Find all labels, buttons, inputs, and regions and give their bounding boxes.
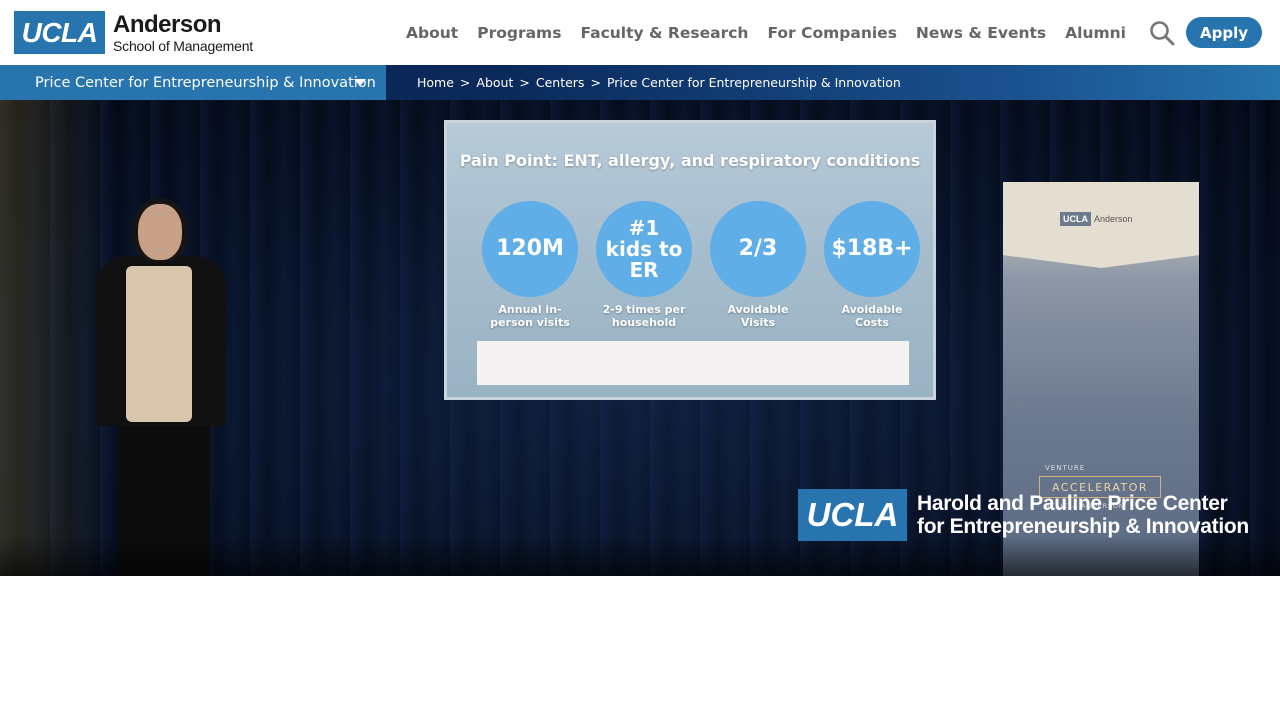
nav-programs[interactable]: Programs bbox=[477, 24, 561, 42]
logo-subtitle: School of Management bbox=[113, 37, 253, 54]
audience-silhouettes bbox=[0, 536, 1280, 576]
nav-about[interactable]: About bbox=[406, 24, 458, 42]
banner-logo-mark: UCLA bbox=[1060, 212, 1091, 226]
center-dropdown[interactable]: Price Center for Entrepreneurship & Inno… bbox=[0, 65, 386, 100]
search-button[interactable] bbox=[1148, 19, 1176, 47]
nav-faculty-research[interactable]: Faculty & Research bbox=[580, 24, 748, 42]
center-dropdown-label: Price Center for Entrepreneurship & Inno… bbox=[35, 74, 376, 91]
price-center-line1: Harold and Pauline Price Center bbox=[917, 491, 1228, 515]
stat-label: Avoidable Visits bbox=[727, 303, 789, 330]
ucla-logo-mark: UCLA bbox=[14, 11, 105, 54]
apply-button[interactable]: Apply bbox=[1185, 17, 1262, 48]
hero-image: Pain Point: ENT, allergy, and respirator… bbox=[0, 100, 1280, 576]
presenter-figure bbox=[58, 198, 258, 576]
slide-title: Pain Point: ENT, allergy, and respirator… bbox=[459, 151, 921, 170]
price-center-logo-mark: UCLA bbox=[798, 489, 907, 541]
search-icon bbox=[1150, 20, 1175, 45]
slide-stat: 120M Annual in-person visits bbox=[481, 201, 579, 329]
breadcrumb-about[interactable]: About bbox=[476, 75, 513, 90]
breadcrumb-current: Price Center for Entrepreneurship & Inno… bbox=[606, 75, 901, 90]
stat-label: Annual in-person visits bbox=[490, 303, 570, 330]
stat-value: #1 kids to ER bbox=[596, 201, 692, 297]
site-header: UCLA Anderson School of Management About… bbox=[0, 0, 1280, 65]
price-center-logo-text: Harold and Pauline Price Center for Entr… bbox=[917, 492, 1249, 538]
slide-stat: 2/3 Avoidable Visits bbox=[709, 201, 807, 329]
stat-label: 2-9 times per household bbox=[602, 303, 686, 330]
nav-alumni[interactable]: Alumni bbox=[1065, 24, 1126, 42]
banner-logo-name: Anderson bbox=[1094, 214, 1133, 224]
breadcrumb-separator: > bbox=[459, 75, 471, 90]
breadcrumb-separator: > bbox=[590, 75, 601, 90]
logo-name: Anderson bbox=[113, 10, 222, 38]
breadcrumb-separator: > bbox=[519, 75, 530, 90]
breadcrumb: Home > About > Centers > Price Center fo… bbox=[417, 65, 901, 100]
nav-for-companies[interactable]: For Companies bbox=[767, 24, 896, 42]
logo-text: Anderson School of Management bbox=[113, 10, 253, 54]
main-nav: About Programs Faculty & Research For Co… bbox=[387, 0, 1262, 65]
section-bar: Price Center for Entrepreneurship & Inno… bbox=[0, 65, 1280, 100]
presenter-blouse bbox=[126, 266, 192, 422]
breadcrumb-centers[interactable]: Centers bbox=[536, 75, 585, 90]
presentation-screen: Pain Point: ENT, allergy, and respirator… bbox=[444, 120, 936, 400]
nav-news-events[interactable]: News & Events bbox=[916, 24, 1046, 42]
slide-stat: #1 kids to ER 2-9 times per household bbox=[595, 201, 693, 329]
ucla-anderson-logo[interactable]: UCLA Anderson School of Management bbox=[14, 11, 253, 54]
banner-logo: UCLA Anderson bbox=[1060, 212, 1133, 226]
breadcrumb-home[interactable]: Home bbox=[417, 75, 454, 90]
slide-stat: $18B+ Avoidable Costs bbox=[823, 201, 921, 329]
slide-text-bar bbox=[477, 341, 909, 385]
presenter-face bbox=[138, 204, 182, 260]
stat-value: $18B+ bbox=[824, 201, 920, 297]
price-center-logo: UCLA Harold and Pauline Price Center for… bbox=[798, 489, 1249, 541]
banner-venture: VENTURE bbox=[1045, 464, 1086, 472]
caret-down-icon bbox=[354, 79, 366, 86]
stat-value: 2/3 bbox=[710, 201, 806, 297]
stat-label: Avoidable Costs bbox=[841, 303, 903, 330]
stat-value: 120M bbox=[482, 201, 578, 297]
price-center-line2: for Entrepreneurship & Innovation bbox=[917, 515, 1249, 538]
